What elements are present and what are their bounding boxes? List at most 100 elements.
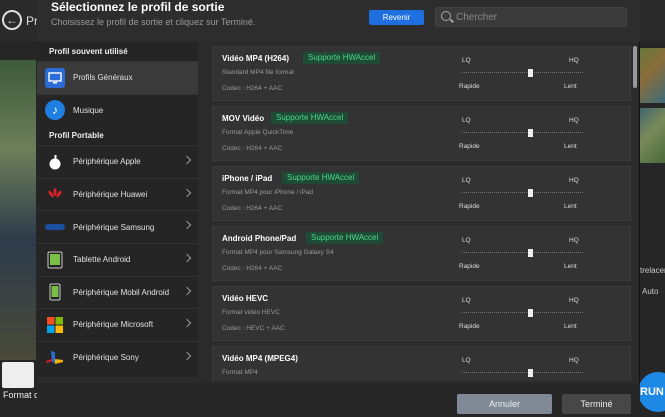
rapide-label: Rapide [459,203,480,210]
chevron-right-icon [182,318,192,328]
rapide-label: Rapide [459,83,480,90]
list-scrollbar[interactable] [633,46,637,88]
chevron-right-icon [182,155,192,165]
lq-label: LQ [462,117,471,124]
quality-slider-knob[interactable] [528,369,533,377]
quality-slider-knob[interactable] [528,129,533,137]
quality-slider[interactable] [462,249,583,257]
sidebar-item-label: Périphérique Mobil Android [73,287,170,297]
sidebar-item-label: Périphérique Microsoft [73,320,154,330]
quality-slider[interactable] [462,189,583,197]
quality-slider-knob[interactable] [528,309,533,317]
hq-label: HQ [569,237,579,244]
hwaccel-badge: Supporte HWAccel [303,52,381,64]
hq-label: HQ [569,117,579,124]
dialog-subtitle: Choisissez le profil de sortie et clique… [51,17,256,27]
rapide-label: Rapide [459,143,480,150]
background-thumbnail [0,60,36,360]
quality-slider[interactable] [462,369,583,377]
profile-codec: Codec : H264 + AAC [222,85,283,92]
chevron-right-icon [182,188,192,198]
profile-name: Vidéo MP4 (H264) [222,54,289,63]
sidebar-item-label: Profils Généraux [73,73,133,83]
hq-label: HQ [569,357,579,364]
sidebar-item-musique[interactable]: ♪ Musique [37,93,198,127]
lq-label: LQ [462,237,471,244]
search-input[interactable] [456,10,621,24]
sidebar-item-label: Tablette Android [73,255,131,265]
sidebar-item-mobil-android[interactable]: Périphérique Mobil Android [37,275,198,309]
search-box[interactable] [435,7,627,27]
quality-slider-knob[interactable] [528,249,533,257]
revenir-button[interactable]: Revenir [369,10,424,25]
quality-slider[interactable] [462,129,583,137]
background-auto-text: Auto [642,287,659,296]
profile-description: Standard MP4 file format [222,69,294,76]
profile-name: iPhone / iPad [222,174,273,183]
sidebar-item-huawei[interactable]: Périphérique Huawei [37,177,198,211]
quality-slider[interactable] [462,309,583,317]
profile-card[interactable]: Vidéo MP4 (H264) Supporte HWAccel Standa… [212,46,631,101]
profile-card[interactable]: MOV Vidéo Supporte HWAccel Format Apple … [212,106,631,161]
apple-icon [45,152,65,172]
hwaccel-badge: Supporte HWAccel [271,112,349,124]
quality-slider[interactable] [462,69,583,77]
termine-button[interactable]: Terminé [562,394,631,414]
profile-description: Format MP4 [222,369,258,376]
profile-dialog: Sélectionnez le profil de sortie Choisis… [37,0,640,417]
back-arrow-icon[interactable]: ← [2,10,22,30]
sidebar-item-label: Périphérique Samsung [73,222,155,232]
chevron-right-icon [182,253,192,263]
category-sidebar: Profil souvent utilisé Profils Généraux … [37,42,198,377]
section-portable: Profil Portable [49,131,104,141]
profile-name: MOV Vidéo [222,114,265,123]
profile-card[interactable]: Vidéo HEVC Format vidéo HEVC Codec : HEV… [212,286,631,341]
profile-description: Format MP4 pour iPhone / iPad [222,189,314,196]
lq-label: LQ [462,357,471,364]
profile-codec: Codec : HEVC + AAC [222,325,285,332]
profile-codec: Codec : H264 + AAC [222,205,283,212]
playstation-icon [45,348,65,368]
dialog-title: Sélectionnez le profil de sortie [51,0,225,14]
hwaccel-badge: Supporte HWAccel [282,172,360,184]
phone-icon [45,282,65,302]
sidebar-item-microsoft[interactable]: Périphérique Microsoft [37,308,198,341]
hwaccel-badge: Supporte HWAccel [306,232,384,244]
profile-description: Format vidéo HEVC [222,309,280,316]
sidebar-item-label: Périphérique Huawei [73,190,148,200]
hq-label: HQ [569,57,579,64]
samsung-icon [45,217,65,237]
sidebar-item-label: Périphérique Sony [73,353,139,363]
quality-slider-knob[interactable] [528,69,533,77]
profile-card[interactable]: Vidéo MP4 (MPEG4) Format MP4 LQ HQ [212,346,631,381]
section-frequent: Profil souvent utilisé [49,47,128,56]
profile-codec: Codec : H264 + AAC [222,145,283,152]
profile-card[interactable]: Android Phone/Pad Supporte HWAccel Forma… [212,226,631,281]
hq-label: HQ [569,297,579,304]
profile-card[interactable]: iPhone / iPad Supporte HWAccel Format MP… [212,166,631,221]
rapide-label: Rapide [459,263,480,270]
dialog-footer: Annuler Terminé [37,383,640,417]
sidebar-item-profils-generaux[interactable]: Profils Généraux [37,61,198,94]
lent-label: Lent [564,323,577,330]
hq-label: HQ [569,177,579,184]
sidebar-item-label: Musique [73,105,104,115]
music-icon: ♪ [45,100,65,121]
profile-name: Vidéo HEVC [222,294,269,303]
sidebar-item-apple[interactable]: Périphérique Apple [37,145,198,178]
format-icon[interactable] [2,362,34,388]
quality-slider-knob[interactable] [528,189,533,197]
lent-label: Lent [564,83,577,90]
monitor-icon [45,67,65,88]
lq-label: LQ [462,57,471,64]
lent-label: Lent [564,263,577,270]
annuler-button[interactable]: Annuler [457,394,552,414]
lent-label: Lent [564,203,577,210]
format-label: Format c [3,390,39,400]
profile-name: Vidéo MP4 (MPEG4) [222,354,298,363]
lent-label: Lent [564,143,577,150]
sidebar-item-sony[interactable]: Périphérique Sony [37,340,198,374]
sidebar-item-samsung[interactable]: Périphérique Samsung [37,210,198,243]
sidebar-item-tablette-android[interactable]: Tablette Android [37,242,198,276]
chevron-right-icon [182,351,192,360]
